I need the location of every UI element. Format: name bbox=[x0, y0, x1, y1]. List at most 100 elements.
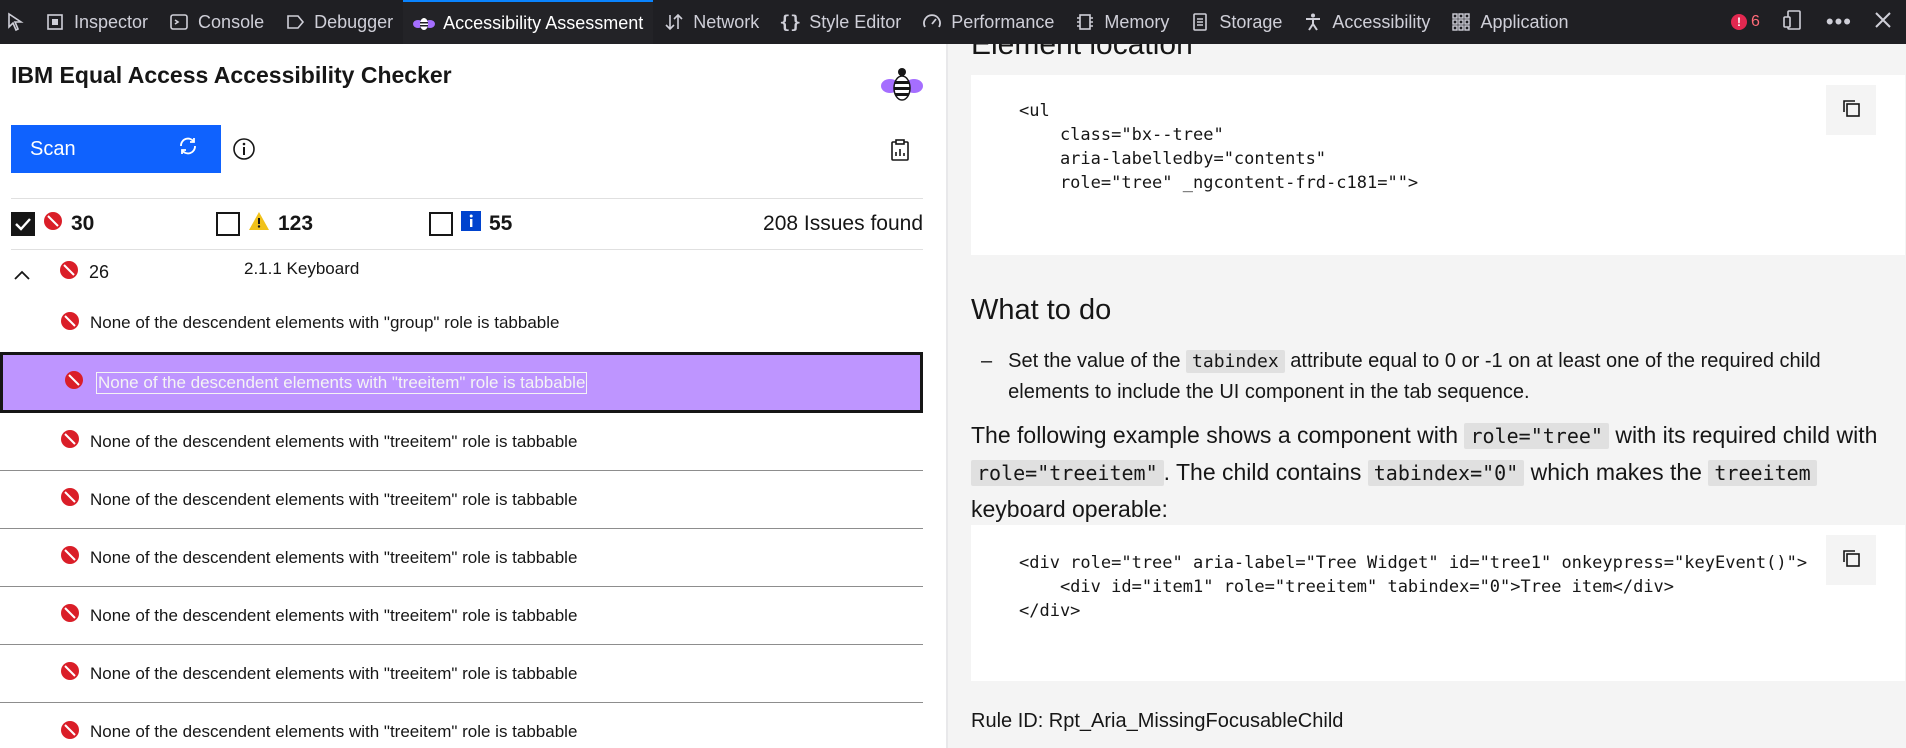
violation-icon bbox=[60, 720, 80, 745]
more-options-icon[interactable]: ••• bbox=[1826, 9, 1852, 35]
tab-label: Storage bbox=[1219, 11, 1283, 32]
issue-text: None of the descendent elements with "tr… bbox=[96, 371, 588, 394]
ibm-bee-logo-icon bbox=[880, 64, 924, 104]
recommendation-icon bbox=[461, 211, 481, 237]
inline-code: tabindex bbox=[1186, 350, 1285, 373]
issue-row[interactable]: None of the descendent elements with "tr… bbox=[0, 413, 923, 471]
violation-icon bbox=[60, 661, 80, 686]
issue-text: None of the descendent elements with "tr… bbox=[90, 663, 578, 683]
tab-application[interactable]: Application bbox=[1440, 0, 1578, 44]
issue-group-header[interactable]: 26 2.1.1 Keyboard bbox=[0, 250, 923, 296]
close-icon[interactable] bbox=[1874, 11, 1892, 34]
copy-button[interactable] bbox=[1826, 85, 1876, 135]
tab-label: Style Editor bbox=[809, 11, 902, 32]
violation-icon bbox=[60, 545, 80, 570]
devtools-toolbar: Inspector Console Debugger Accessibility… bbox=[0, 0, 1906, 44]
tab-label: Console bbox=[198, 11, 265, 32]
debugger-icon bbox=[284, 11, 306, 33]
tab-inspector[interactable]: Inspector bbox=[34, 0, 158, 44]
responsive-design-icon[interactable] bbox=[1782, 9, 1804, 36]
issue-text: None of the descendent elements with "tr… bbox=[90, 431, 578, 451]
violation-icon bbox=[60, 603, 80, 628]
example-text: which makes the bbox=[1530, 459, 1702, 485]
filter-needs-review[interactable]: 123 bbox=[216, 211, 429, 237]
violation-icon bbox=[60, 311, 80, 336]
copy-button[interactable] bbox=[1826, 535, 1876, 585]
issue-row[interactable]: None of the descendent elements with "tr… bbox=[0, 529, 923, 587]
chevron-up-icon[interactable] bbox=[14, 264, 30, 285]
issue-row[interactable]: None of the descendent elements with "gr… bbox=[0, 294, 923, 352]
tab-label: Inspector bbox=[74, 11, 149, 32]
issues-found-count: 208 Issues found bbox=[763, 212, 923, 235]
tab-label: Network bbox=[693, 11, 760, 32]
tab-memory[interactable]: Memory bbox=[1064, 0, 1179, 44]
network-icon bbox=[663, 11, 685, 33]
example-text: with its required child with bbox=[1615, 422, 1878, 448]
needs-review-checkbox[interactable] bbox=[216, 212, 240, 236]
tab-style-editor[interactable]: {} Style Editor bbox=[769, 0, 911, 44]
tab-label: Memory bbox=[1104, 11, 1170, 32]
tab-label: Accessibility Assessment bbox=[443, 12, 644, 33]
scan-button[interactable]: Scan bbox=[11, 125, 221, 173]
violation-icon bbox=[59, 260, 79, 285]
rule-id: Rule ID: Rpt_Aria_MissingFocusableChild bbox=[971, 710, 1344, 732]
tab-accessibility[interactable]: Accessibility bbox=[1292, 0, 1440, 44]
tab-storage[interactable]: Storage bbox=[1179, 0, 1292, 44]
violation-icon bbox=[64, 370, 84, 395]
bullet-text: Set the value of the bbox=[1008, 350, 1181, 372]
tab-performance[interactable]: Performance bbox=[911, 0, 1064, 44]
copy-icon bbox=[1840, 97, 1862, 124]
copy-icon bbox=[1840, 547, 1862, 574]
scan-label: Scan bbox=[30, 137, 76, 160]
filter-row: 30 123 55 208 Issues found bbox=[11, 198, 923, 250]
tab-console[interactable]: Console bbox=[158, 0, 274, 44]
issue-row[interactable]: None of the descendent elements with "tr… bbox=[0, 703, 923, 748]
issue-detail-panel: Element location <ul class="bx--tree" ar… bbox=[948, 44, 1906, 748]
inline-code: role="tree" bbox=[1464, 423, 1609, 449]
error-icon: ! bbox=[1730, 14, 1747, 30]
violation-icon bbox=[60, 429, 80, 454]
element-location-heading: Element location bbox=[971, 44, 1193, 61]
issue-row[interactable]: None of the descendent elements with "tr… bbox=[0, 471, 923, 529]
what-to-do-text: Set the value of the tabindex attribute … bbox=[1008, 346, 1881, 407]
group-label: 2.1.1 Keyboard bbox=[244, 259, 360, 278]
issue-text: None of the descendent elements with "tr… bbox=[90, 489, 578, 509]
console-icon bbox=[168, 11, 190, 33]
issue-row-selected[interactable]: None of the descendent elements with "tr… bbox=[0, 352, 923, 413]
group-issue-count: 26 bbox=[89, 262, 110, 282]
inline-code: role="treeitem" bbox=[971, 460, 1164, 486]
tab-network[interactable]: Network bbox=[653, 0, 769, 44]
checker-panel: IBM Equal Access Accessibility Checker S… bbox=[0, 44, 946, 748]
element-code-block: <ul class="bx--tree" aria-labelledby="co… bbox=[971, 75, 1905, 255]
example-text: The following example shows a component … bbox=[971, 422, 1459, 448]
tab-debugger[interactable]: Debugger bbox=[274, 0, 403, 44]
issue-row[interactable]: None of the descendent elements with "tr… bbox=[0, 645, 923, 703]
performance-icon bbox=[921, 11, 943, 33]
what-to-do-item: – Set the value of the tabindex attribut… bbox=[981, 346, 1881, 407]
inline-code: treeitem bbox=[1708, 460, 1817, 486]
example-code-block: <div role="tree" aria-label="Tree Widget… bbox=[971, 525, 1905, 681]
memory-icon bbox=[1074, 11, 1096, 33]
bee-icon bbox=[413, 12, 436, 34]
element-picker-icon[interactable] bbox=[0, 0, 34, 44]
application-icon bbox=[1450, 11, 1472, 33]
filter-recommendations[interactable]: 55 bbox=[429, 211, 512, 237]
error-count-badge[interactable]: ! 6 bbox=[1730, 13, 1760, 31]
violation-icon bbox=[60, 487, 80, 512]
app-title: IBM Equal Access Accessibility Checker bbox=[11, 62, 452, 88]
tab-accessibility-assessment[interactable]: Accessibility Assessment bbox=[403, 0, 654, 44]
recommendations-count: 55 bbox=[489, 212, 513, 235]
info-icon[interactable] bbox=[232, 137, 256, 161]
needs-review-count: 123 bbox=[278, 212, 314, 235]
element-code: <ul class="bx--tree" aria-labelledby="co… bbox=[1019, 101, 1419, 193]
issue-text: None of the descendent elements with "gr… bbox=[90, 313, 560, 332]
accessibility-icon bbox=[1302, 11, 1324, 33]
tab-label: Application bbox=[1480, 11, 1569, 32]
report-clipboard-icon[interactable] bbox=[890, 138, 910, 162]
recommendations-checkbox[interactable] bbox=[429, 212, 453, 236]
error-count: 6 bbox=[1750, 13, 1760, 30]
issue-text: None of the descendent elements with "tr… bbox=[90, 722, 578, 741]
filter-violations[interactable]: 30 bbox=[11, 211, 216, 237]
violations-checkbox[interactable] bbox=[11, 212, 35, 236]
issue-row[interactable]: None of the descendent elements with "tr… bbox=[0, 587, 923, 645]
